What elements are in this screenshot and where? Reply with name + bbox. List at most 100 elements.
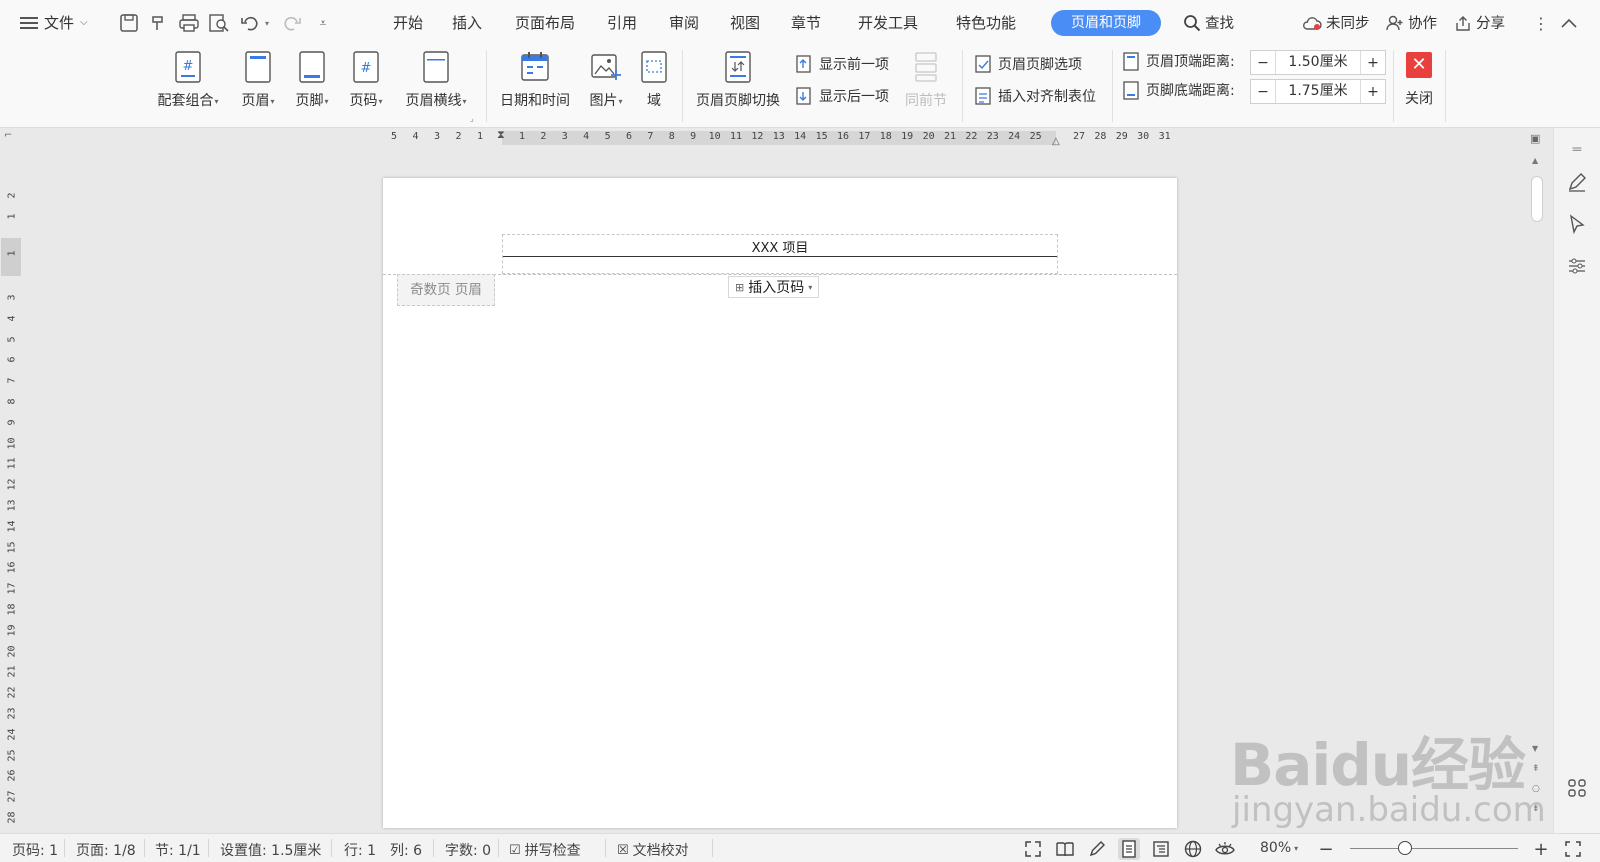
dialog-launcher-icon[interactable]: ⌟ <box>470 114 474 123</box>
tab-special[interactable]: 特色功能 <box>956 12 1016 33</box>
scroll-thumb[interactable] <box>1531 176 1543 222</box>
close-icon: ✕ <box>1406 52 1432 78</box>
status-page-code[interactable]: 页码: 1 <box>12 840 58 860</box>
vertical-ruler-number: 1 <box>6 250 18 257</box>
tab-header-footer[interactable]: 页眉和页脚 <box>1051 10 1161 36</box>
page-number-button[interactable]: # 页码▾ <box>344 50 388 110</box>
apps-grid-icon[interactable] <box>1565 776 1589 800</box>
print-preview-icon[interactable] <box>208 12 230 34</box>
spell-check-button[interactable]: ☑ 拼写检查 <box>509 840 581 860</box>
proofread-button[interactable]: ☒ 文档校对 <box>617 840 689 860</box>
status-page[interactable]: 页面: 1/8 <box>76 840 136 860</box>
close-header-footer-button[interactable]: ✕ 关闭 <box>1403 52 1435 118</box>
tab-insert[interactable]: 插入 <box>452 12 482 33</box>
collapse-ribbon-icon[interactable] <box>1558 12 1580 34</box>
increase-button[interactable]: + <box>1361 84 1385 100</box>
first-line-indent-marker-icon[interactable]: ⧗ <box>497 128 505 142</box>
scroll-up-icon[interactable]: ▲ <box>1532 156 1538 165</box>
undo-icon[interactable] <box>240 12 262 34</box>
status-section[interactable]: 节: 1/1 <box>155 840 201 860</box>
tab-references[interactable]: 引用 <box>607 12 637 33</box>
datetime-button[interactable]: 日期和时间 <box>496 50 574 110</box>
save-icon[interactable] <box>118 12 140 34</box>
eye-protection-icon[interactable] <box>1214 838 1236 860</box>
footer-bottom-distance-stepper[interactable]: − 1.75厘米 + <box>1250 79 1386 104</box>
vertical-scrollbar[interactable]: ▣ ▲ ▼ ⇞ ○ ⇟ <box>1528 132 1546 828</box>
header-top-distance-value[interactable]: 1.50厘米 <box>1275 51 1361 74</box>
ruler-number: 7 <box>647 131 654 142</box>
header-text[interactable]: XXX 项目 <box>503 237 1057 256</box>
vertical-ruler[interactable]: 2 1 1 3 4 5 6 7 8 9 10 11 12 13 14 15 16 17 18 19 20 21 22 23 24… <box>0 148 22 828</box>
vertical-ruler-number: 23 <box>6 707 18 720</box>
sync-status[interactable]: 未同步 <box>1302 12 1370 33</box>
ruler-number: 21 <box>943 131 957 142</box>
collab-button[interactable]: 协作 <box>1386 12 1437 33</box>
header-footer-options-button[interactable]: 页眉页脚选项 <box>974 54 1082 74</box>
increase-button[interactable]: + <box>1361 55 1385 71</box>
web-view-icon[interactable] <box>1182 838 1204 860</box>
reading-mode-icon[interactable] <box>1054 838 1076 860</box>
split-view-icon[interactable]: ▣ <box>1530 132 1540 145</box>
print-icon[interactable] <box>178 12 200 34</box>
right-indent-marker-icon[interactable]: △ <box>1052 136 1060 147</box>
tab-developer[interactable]: 开发工具 <box>858 12 918 33</box>
insert-align-tab-button[interactable]: 插入对齐制表位 <box>974 86 1096 106</box>
status-row[interactable]: 行: 1 <box>344 840 376 860</box>
ruler-number: 15 <box>815 131 828 142</box>
zoom-slider[interactable] <box>1350 848 1518 849</box>
zoom-in-icon[interactable]: + <box>1530 838 1552 860</box>
status-setting[interactable]: 设置值: 1.5厘米 <box>220 840 321 860</box>
format-painter-icon[interactable] <box>148 12 170 34</box>
tab-review[interactable]: 审阅 <box>669 12 699 33</box>
scroll-down-icon[interactable]: ▼ <box>1532 744 1538 753</box>
tab-stop-selector-icon[interactable]: ⌐ <box>4 130 12 141</box>
zoom-slider-handle[interactable] <box>1398 841 1413 855</box>
proofread-icon: ☒ <box>617 842 629 858</box>
fit-window-icon[interactable] <box>1562 838 1584 860</box>
combo-button[interactable]: # 配套组合▾ <box>153 50 223 110</box>
customize-toolbar-icon[interactable]: ⩡ <box>312 12 334 34</box>
status-col[interactable]: 列: 6 <box>390 840 422 860</box>
zoom-out-icon[interactable]: − <box>1315 838 1337 860</box>
tab-chapter[interactable]: 章节 <box>791 12 821 33</box>
footer-button[interactable]: 页脚▾ <box>290 50 334 110</box>
decrease-button[interactable]: − <box>1251 84 1275 100</box>
status-word-count[interactable]: 字数: 0 <box>445 840 491 860</box>
field-button[interactable]: 域 <box>636 50 672 110</box>
outline-view-icon[interactable] <box>1150 838 1172 860</box>
redo-icon[interactable] <box>280 12 302 34</box>
watermark-url-text: jingyan.baidu.com <box>1232 790 1546 830</box>
tab-view[interactable]: 视图 <box>730 12 760 33</box>
show-previous-button[interactable]: 显示前一项 <box>795 54 889 74</box>
header-button[interactable]: 页眉▾ <box>236 50 280 110</box>
decrease-button[interactable]: − <box>1251 55 1275 71</box>
dropdown-caret-icon: ▾ <box>1294 843 1299 853</box>
share-button[interactable]: 分享 <box>1454 12 1505 33</box>
file-menu[interactable]: 文件 ⌵ <box>20 12 88 33</box>
footer-bottom-distance-value[interactable]: 1.75厘米 <box>1275 80 1361 103</box>
header-top-distance-stepper[interactable]: − 1.50厘米 + <box>1250 50 1386 75</box>
fullscreen-icon[interactable] <box>1022 838 1044 860</box>
settings-sliders-icon[interactable] <box>1565 254 1589 278</box>
picture-button[interactable]: 图片▾ <box>584 50 628 110</box>
write-mode-icon[interactable] <box>1086 838 1108 860</box>
previous-page-icon[interactable]: ⇞ <box>1532 764 1540 774</box>
switch-header-footer-button[interactable]: 页眉页脚切换 <box>690 50 786 110</box>
more-icon[interactable]: ⋮ <box>1530 12 1552 34</box>
search-button[interactable]: 查找 <box>1183 12 1234 33</box>
header-line-button[interactable]: 页眉横线▾ <box>400 50 472 110</box>
header-area[interactable]: XXX 项目 <box>502 234 1058 274</box>
page-view-icon[interactable] <box>1118 838 1140 860</box>
pen-icon[interactable] <box>1565 170 1589 194</box>
zoom-level-dropdown[interactable]: 80% ▾ <box>1260 840 1298 856</box>
tab-page-layout[interactable]: 页面布局 <box>515 12 575 33</box>
horizontal-ruler[interactable]: ⌐ ⧗ △ 5 4 3 2 1 1 2 3 4 5 6 7 8 9 10 11 12 13 14 15 16 17 18 19… <box>0 128 1530 148</box>
insert-page-number-button[interactable]: ⊞ 插入页码 ▾ <box>728 276 820 298</box>
sidebar-handle-icon[interactable]: ═ <box>1565 138 1589 162</box>
document-page[interactable]: XXX 项目 奇数页 页眉 ⊞ 插入页码 ▾ <box>383 178 1177 828</box>
undo-dropdown-icon[interactable]: ▾ <box>262 12 272 34</box>
cursor-select-icon[interactable] <box>1565 212 1589 236</box>
show-next-button[interactable]: 显示后一项 <box>795 86 889 106</box>
tab-start[interactable]: 开始 <box>393 12 423 33</box>
same-as-previous-label: 同前节 <box>905 93 947 109</box>
